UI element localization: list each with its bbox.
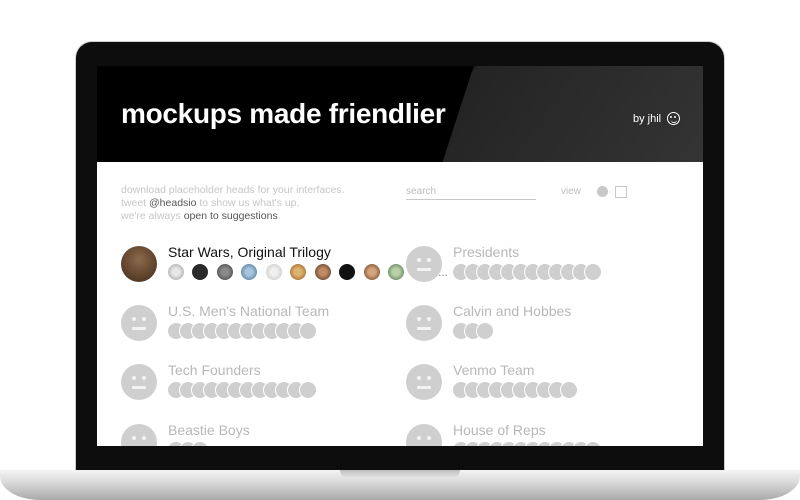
head-placeholders xyxy=(453,442,601,446)
smiley-icon[interactable] xyxy=(667,112,680,125)
collection-card-house-of-reps[interactable]: House of Reps xyxy=(406,422,686,446)
head-placeholders xyxy=(168,382,316,398)
screen-glare xyxy=(431,66,703,162)
chewbacca-avatar xyxy=(121,246,157,282)
head-thumb[interactable] xyxy=(168,264,184,280)
view-square-toggle[interactable] xyxy=(615,186,627,198)
collection-title: Tech Founders xyxy=(168,362,261,378)
placeholder-face-icon xyxy=(121,424,157,446)
intro-line-2: tweet @headsio to show us what's up. xyxy=(121,197,300,209)
head-placeholders xyxy=(453,264,601,280)
placeholder-face-icon xyxy=(406,424,442,446)
suggestions-link[interactable]: open to suggestions xyxy=(184,210,278,222)
intro-line-3: we're always open to suggestions. xyxy=(121,210,281,222)
head-thumb[interactable] xyxy=(265,264,282,280)
intro-text: download placeholder heads for your inte… xyxy=(121,184,345,223)
placeholder-face-icon xyxy=(406,305,442,341)
screen: mockups made friendlier by jhil download… xyxy=(97,66,703,446)
collection-title: Presidents xyxy=(453,244,520,260)
placeholder-face-icon xyxy=(121,305,157,341)
placeholder-face-icon xyxy=(406,364,442,400)
collection-card-usmnt[interactable]: U.S. Men's National Team xyxy=(121,303,401,365)
collection-title: U.S. Men's National Team xyxy=(168,303,330,319)
collection-card-beastie-boys[interactable]: Beastie Boys xyxy=(121,422,401,446)
collection-title: Star Wars, Original Trilogy xyxy=(168,244,331,260)
site-header: mockups made friendlier by jhil xyxy=(97,66,703,162)
byline-link[interactable]: by jhil xyxy=(633,113,661,125)
view-label: view xyxy=(561,186,582,197)
head-placeholders xyxy=(453,323,493,339)
collection-title: House of Reps xyxy=(453,422,546,438)
head-thumb[interactable] xyxy=(314,264,331,280)
collection-card-tech-founders[interactable]: Tech Founders xyxy=(121,362,401,424)
head-thumb[interactable] xyxy=(290,264,307,280)
head-thumb[interactable] xyxy=(388,264,405,280)
collection-card-presidents[interactable]: Presidents xyxy=(406,244,686,306)
search-input[interactable]: search xyxy=(406,186,536,200)
head-thumb[interactable] xyxy=(363,264,380,280)
head-thumb[interactable] xyxy=(339,264,356,280)
head-thumb[interactable] xyxy=(192,264,209,280)
head-thumb[interactable] xyxy=(241,264,258,280)
head-placeholders xyxy=(453,382,577,398)
collection-title: Beastie Boys xyxy=(168,422,250,438)
intro-line-1: download placeholder heads for your inte… xyxy=(121,184,345,196)
placeholder-face-icon xyxy=(406,246,442,282)
collection-title: Calvin and Hobbes xyxy=(453,303,572,319)
collection-title: Venmo Team xyxy=(453,362,535,378)
laptop-notch xyxy=(340,470,460,478)
head-placeholders xyxy=(168,442,208,446)
collection-card-calvin-and-hobbes[interactable]: Calvin and Hobbes xyxy=(406,303,686,365)
site-title: mockups made friendlier xyxy=(121,98,446,129)
view-circle-toggle[interactable] xyxy=(597,186,608,197)
twitter-handle-link[interactable]: @headsio xyxy=(149,197,196,209)
collection-card-star-wars[interactable]: Star Wars, Original Trilogy ... xyxy=(121,244,448,306)
collection-card-venmo-team[interactable]: Venmo Team xyxy=(406,362,686,424)
placeholder-face-icon xyxy=(121,364,157,400)
head-placeholders xyxy=(168,323,316,339)
head-thumb[interactable] xyxy=(216,264,233,280)
